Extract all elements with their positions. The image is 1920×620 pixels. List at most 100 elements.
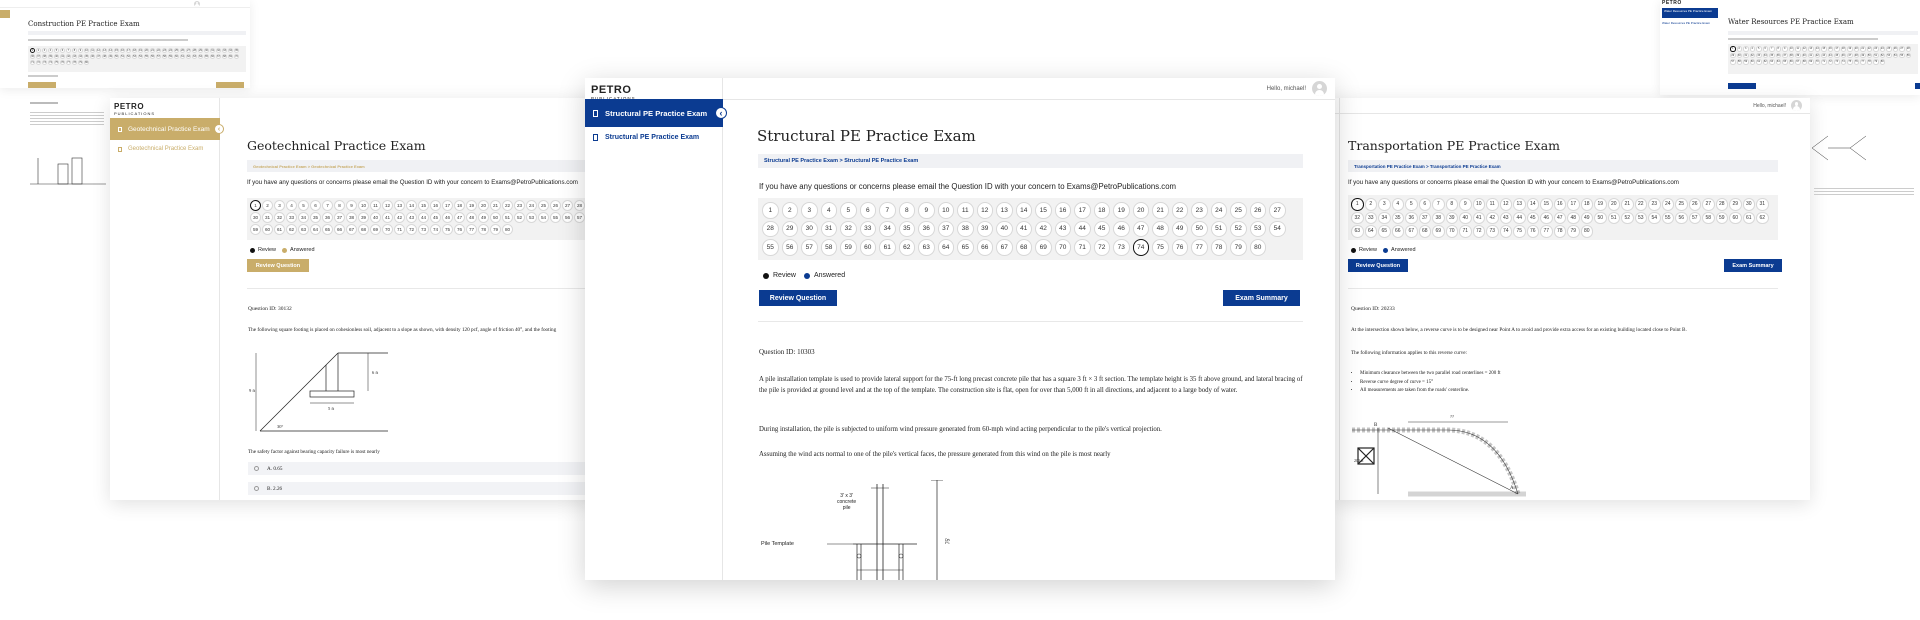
- question-number-button[interactable]: 26: [550, 200, 561, 211]
- question-number-button[interactable]: 5: [298, 200, 309, 211]
- question-number-button[interactable]: 20: [144, 48, 149, 53]
- question-number-button[interactable]: 62: [186, 54, 191, 59]
- question-number-button[interactable]: 41: [60, 54, 65, 59]
- question-number-button[interactable]: 79: [1567, 225, 1580, 238]
- question-number-button[interactable]: 73: [1486, 225, 1499, 238]
- question-number-button[interactable]: 64: [937, 239, 954, 256]
- question-number-button[interactable]: 73: [42, 60, 47, 65]
- question-number-button[interactable]: 26: [180, 48, 185, 53]
- question-number-button[interactable]: 65: [1378, 225, 1391, 238]
- question-number-button[interactable]: 79: [490, 224, 501, 235]
- question-number-button[interactable]: 70: [1445, 225, 1458, 238]
- question-number-button[interactable]: 15: [114, 48, 119, 53]
- question-number-button[interactable]: 47: [1553, 211, 1566, 224]
- question-number-button[interactable]: 7: [1432, 198, 1445, 211]
- structural-sidebar-active[interactable]: Structural PE Practice Exam ‹: [585, 99, 727, 127]
- question-number-button[interactable]: 19: [1113, 202, 1130, 219]
- question-number-button[interactable]: 24: [1210, 202, 1227, 219]
- question-number-button[interactable]: 53: [1249, 220, 1266, 237]
- question-number-button[interactable]: 7: [879, 202, 896, 219]
- question-number-button[interactable]: 10: [937, 202, 954, 219]
- question-number-button[interactable]: 30: [204, 48, 209, 53]
- option-a-radio[interactable]: [254, 466, 259, 471]
- question-number-button[interactable]: 76: [1171, 239, 1188, 256]
- question-number-button[interactable]: 36: [1775, 52, 1781, 58]
- question-number-button[interactable]: 72: [1472, 225, 1485, 238]
- water-sidebar-item[interactable]: Water Resources PE Practice Exam: [1662, 21, 1718, 25]
- question-number-button[interactable]: 66: [334, 224, 345, 235]
- question-number-button[interactable]: 73: [1113, 239, 1130, 256]
- question-number-button[interactable]: 5: [1756, 46, 1762, 52]
- question-number-button[interactable]: 48: [1567, 211, 1580, 224]
- question-number-button[interactable]: 4: [1391, 198, 1404, 211]
- question-number-button[interactable]: 20: [1607, 198, 1620, 211]
- question-number-button[interactable]: 65: [957, 239, 974, 256]
- geotech-sidebar-item[interactable]: Geotechnical Practice Exam: [118, 146, 203, 152]
- question-number-button[interactable]: 6: [60, 48, 65, 53]
- question-number-button[interactable]: 11: [370, 200, 381, 211]
- question-number-button[interactable]: 78: [72, 60, 77, 65]
- question-number-button[interactable]: 68: [1801, 59, 1807, 65]
- question-number-button[interactable]: 31: [210, 48, 215, 53]
- question-number-button[interactable]: 75: [1847, 59, 1853, 65]
- question-number-button[interactable]: 21: [1860, 46, 1866, 52]
- question-number-button[interactable]: 70: [234, 54, 239, 59]
- question-number-button[interactable]: 44: [418, 212, 429, 223]
- question-number-button[interactable]: 45: [1093, 220, 1110, 237]
- question-number-button[interactable]: 8: [72, 48, 77, 53]
- question-number-button[interactable]: 52: [1621, 211, 1634, 224]
- question-number-button[interactable]: 50: [1191, 220, 1208, 237]
- question-number-button[interactable]: 72: [1827, 59, 1833, 65]
- question-number-button[interactable]: 43: [1821, 52, 1827, 58]
- question-number-button[interactable]: 16: [120, 48, 125, 53]
- geotech-option-b[interactable]: B. 2.26: [248, 482, 600, 495]
- question-number-button[interactable]: 67: [216, 54, 221, 59]
- question-number-button[interactable]: 43: [406, 212, 417, 223]
- question-number-button[interactable]: 35: [1391, 211, 1404, 224]
- question-number-button[interactable]: 60: [1729, 211, 1742, 224]
- question-number-button[interactable]: 19: [138, 48, 143, 53]
- question-number-button[interactable]: 62: [1756, 211, 1769, 224]
- question-number-button[interactable]: 51: [1873, 52, 1879, 58]
- question-number-button[interactable]: 22: [1171, 202, 1188, 219]
- question-number-button[interactable]: 43: [1054, 220, 1071, 237]
- question-number-button[interactable]: 27: [186, 48, 191, 53]
- question-number-button[interactable]: 68: [1015, 239, 1032, 256]
- question-number-button[interactable]: 6: [1762, 46, 1768, 52]
- question-number-button[interactable]: 19: [1594, 198, 1607, 211]
- question-number-button[interactable]: 16: [430, 200, 441, 211]
- question-number-button[interactable]: 7: [322, 200, 333, 211]
- question-number-button[interactable]: 49: [108, 54, 113, 59]
- question-number-button[interactable]: 69: [1432, 225, 1445, 238]
- question-number-button[interactable]: 27: [1269, 202, 1286, 219]
- question-number-button[interactable]: 11: [90, 48, 95, 53]
- question-number-button[interactable]: 76: [1526, 225, 1539, 238]
- question-number-button[interactable]: 9: [1782, 46, 1788, 52]
- question-number-button[interactable]: 35: [898, 220, 915, 237]
- question-number-button[interactable]: 49: [1171, 220, 1188, 237]
- question-number-button[interactable]: 55: [762, 239, 779, 256]
- question-number-button[interactable]: 52: [514, 212, 525, 223]
- question-number-button[interactable]: 46: [1840, 52, 1846, 58]
- question-number-button[interactable]: 51: [1607, 211, 1620, 224]
- question-number-button[interactable]: 45: [1526, 211, 1539, 224]
- question-number-button[interactable]: 3: [1378, 198, 1391, 211]
- transport-summary-button[interactable]: Exam Summary: [1724, 259, 1782, 272]
- question-number-button[interactable]: 51: [502, 212, 513, 223]
- question-number-button[interactable]: 31: [820, 220, 837, 237]
- question-number-button[interactable]: 45: [1834, 52, 1840, 58]
- question-number-button[interactable]: 17: [442, 200, 453, 211]
- question-number-button[interactable]: 63: [298, 224, 309, 235]
- question-number-button[interactable]: 50: [114, 54, 119, 59]
- question-number-button[interactable]: 39: [358, 212, 369, 223]
- transport-breadcrumb[interactable]: Transportation PE Practice Exam > Transp…: [1348, 160, 1778, 172]
- question-number-button[interactable]: 62: [286, 224, 297, 235]
- question-number-button[interactable]: 57: [801, 239, 818, 256]
- question-number-button[interactable]: 30: [801, 220, 818, 237]
- question-number-button[interactable]: 33: [1364, 211, 1377, 224]
- avatar[interactable]: [1312, 81, 1327, 96]
- question-number-button[interactable]: 47: [1847, 52, 1853, 58]
- question-number-button[interactable]: 60: [174, 54, 179, 59]
- question-number-button[interactable]: 26: [1688, 198, 1701, 211]
- question-number-button[interactable]: 62: [898, 239, 915, 256]
